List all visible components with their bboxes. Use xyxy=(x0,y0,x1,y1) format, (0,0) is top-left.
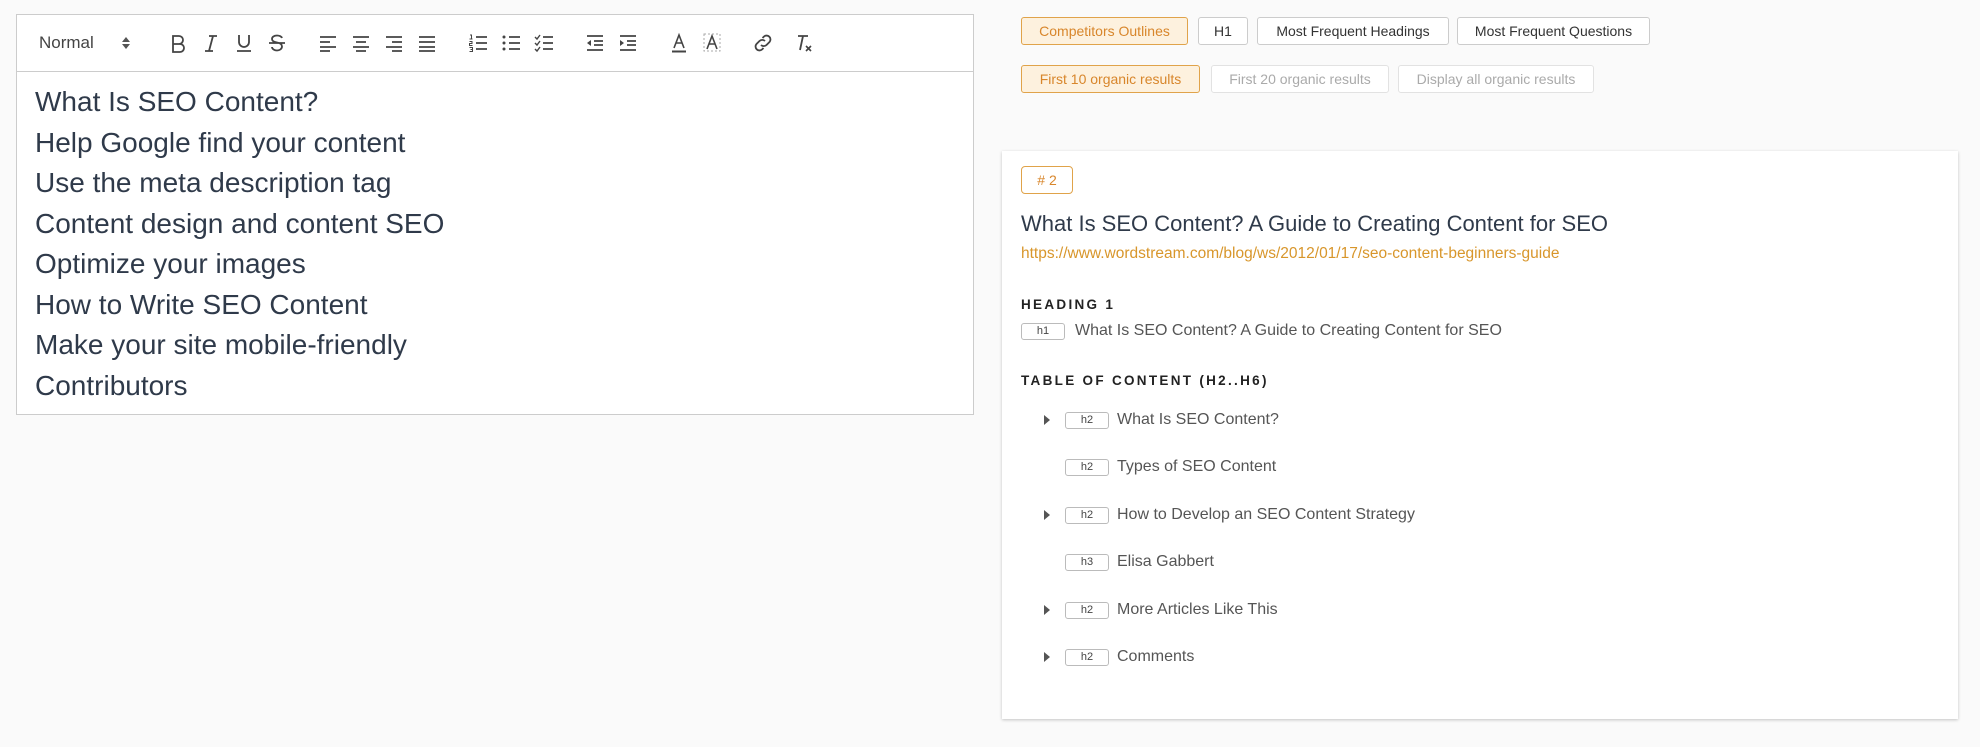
format-select-value: Normal xyxy=(39,33,94,52)
caret-right-icon[interactable] xyxy=(1038,648,1056,666)
toc-item-text: More Articles Like This xyxy=(1117,601,1278,618)
align-justify-button[interactable] xyxy=(410,28,443,58)
editor-line[interactable]: Make your site mobile-friendly xyxy=(35,325,955,366)
heading-tag: h2 xyxy=(1065,506,1109,524)
toc-item[interactable]: h2 Comments xyxy=(1038,648,1194,666)
h1-row: h1 What Is SEO Content? A Guide to Creat… xyxy=(1021,322,1502,340)
align-left-button[interactable] xyxy=(311,28,344,58)
first-20-results-button[interactable]: First 20 organic results xyxy=(1211,65,1389,93)
background-color-icon xyxy=(703,33,720,52)
competitors-outlines-button[interactable]: Competitors Outlines xyxy=(1021,17,1188,45)
toc-item-text: How to Develop an SEO Content Strategy xyxy=(1117,506,1415,523)
toc-label: TABLE OF CONTENT (H2..H6) xyxy=(1021,373,1269,388)
ordered-list-icon xyxy=(468,34,487,52)
align-center-icon xyxy=(352,36,369,52)
bold-button[interactable] xyxy=(161,28,194,58)
editor-line[interactable]: Optimize your images xyxy=(35,244,955,285)
underline-icon xyxy=(236,35,251,52)
toc-item[interactable]: h2 What Is SEO Content? xyxy=(1038,411,1279,429)
align-left-icon xyxy=(319,36,336,52)
text-color-button[interactable] xyxy=(662,28,695,58)
h1-text: What Is SEO Content? A Guide to Creating… xyxy=(1075,322,1502,339)
editor-line[interactable]: Help Google find your content xyxy=(35,123,955,164)
display-all-results-button[interactable]: Display all organic results xyxy=(1398,65,1594,93)
bold-icon xyxy=(171,35,185,53)
background-color-button[interactable] xyxy=(695,28,728,58)
editor-line[interactable]: How to Write SEO Content xyxy=(35,285,955,326)
checklist-icon xyxy=(534,34,553,53)
h1-tag: h1 xyxy=(1021,322,1065,340)
strikethrough-icon xyxy=(268,34,285,52)
result-card: # 2 What Is SEO Content? A Guide to Crea… xyxy=(1002,151,1958,719)
ordered-list-button[interactable] xyxy=(461,28,494,58)
heading-tag: h2 xyxy=(1065,458,1109,476)
editor-line[interactable]: Contributors xyxy=(35,366,955,407)
link-icon xyxy=(754,34,771,52)
indent-button[interactable] xyxy=(611,28,644,58)
clear-format-icon xyxy=(797,35,812,52)
outdent-button[interactable] xyxy=(578,28,611,58)
toc-item-text: Elisa Gabbert xyxy=(1117,553,1214,570)
rich-text-editor: Normal What Is SEO Content? Help Google … xyxy=(16,14,974,415)
heading-tag: h3 xyxy=(1065,553,1109,571)
rank-badge: # 2 xyxy=(1021,166,1073,194)
editor-line[interactable]: What Is SEO Content? xyxy=(35,82,955,123)
align-justify-icon xyxy=(418,36,435,52)
first-10-results-button[interactable]: First 10 organic results xyxy=(1021,65,1200,93)
heading-tag: h2 xyxy=(1065,601,1109,619)
align-center-button[interactable] xyxy=(344,28,377,58)
result-url-link[interactable]: https://www.wordstream.com/blog/ws/2012/… xyxy=(1021,245,1559,263)
editor-line[interactable]: Use the meta description tag xyxy=(35,163,955,204)
italic-icon xyxy=(204,35,217,52)
toc-item: h3 Elisa Gabbert xyxy=(1038,553,1214,571)
most-frequent-questions-button[interactable]: Most Frequent Questions xyxy=(1457,17,1650,45)
heading-tag: h2 xyxy=(1065,648,1109,666)
underline-button[interactable] xyxy=(227,28,260,58)
bullet-list-button[interactable] xyxy=(494,28,527,58)
editor-line[interactable]: Content design and content SEO xyxy=(35,204,955,245)
text-color-icon xyxy=(671,32,686,53)
most-frequent-headings-button[interactable]: Most Frequent Headings xyxy=(1257,17,1449,45)
toc-item[interactable]: h2 How to Develop an SEO Content Strateg… xyxy=(1038,506,1415,524)
heading-1-label: HEADING 1 xyxy=(1021,297,1116,312)
bullet-list-icon xyxy=(502,35,520,51)
caret-right-icon[interactable] xyxy=(1038,506,1056,524)
align-right-button[interactable] xyxy=(377,28,410,58)
strike-button[interactable] xyxy=(260,28,293,58)
result-title: What Is SEO Content? A Guide to Creating… xyxy=(1021,211,1608,236)
toc-item-text: Comments xyxy=(1117,648,1195,665)
select-arrows-icon xyxy=(121,37,131,49)
editor-content[interactable]: What Is SEO Content? Help Google find yo… xyxy=(17,72,973,416)
outdent-icon xyxy=(586,35,603,51)
caret-right-icon[interactable] xyxy=(1038,601,1056,619)
toc-item[interactable]: h2 More Articles Like This xyxy=(1038,601,1278,619)
checklist-button[interactable] xyxy=(527,28,560,58)
toc-item-text: What Is SEO Content? xyxy=(1117,411,1279,428)
indent-icon xyxy=(619,35,636,51)
toc-item-text: Types of SEO Content xyxy=(1117,458,1277,475)
clear-format-button[interactable] xyxy=(787,28,820,58)
align-right-icon xyxy=(385,36,402,52)
editor-toolbar: Normal xyxy=(17,15,973,72)
toc-item: h2 Types of SEO Content xyxy=(1038,458,1276,476)
h1-button[interactable]: H1 xyxy=(1198,17,1248,45)
format-select[interactable]: Normal xyxy=(31,28,139,58)
heading-tag: h2 xyxy=(1065,411,1109,429)
caret-right-icon[interactable] xyxy=(1038,411,1056,429)
link-button[interactable] xyxy=(746,28,779,58)
italic-button[interactable] xyxy=(194,28,227,58)
